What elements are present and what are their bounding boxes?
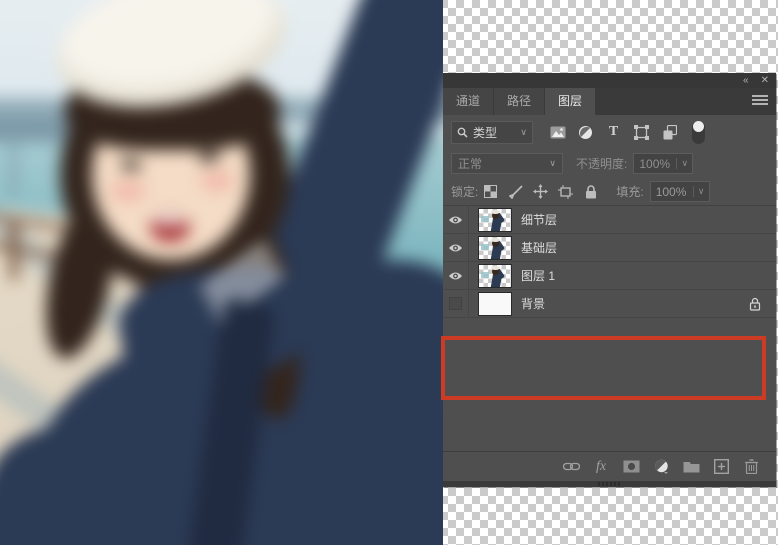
shape-layer-filter-icon[interactable] bbox=[632, 123, 651, 142]
fill-value: 100% bbox=[655, 184, 687, 199]
close-panel-icon[interactable]: ✕ bbox=[761, 75, 769, 86]
add-layer-mask-icon[interactable] bbox=[622, 458, 640, 476]
layer-filter-row: 类型 ∨ T bbox=[443, 115, 776, 149]
lock-all-padlock-icon[interactable] bbox=[582, 183, 599, 200]
smart-object-filter-icon[interactable] bbox=[660, 123, 679, 142]
tab-channels[interactable]: 通道 bbox=[443, 88, 494, 115]
layer-row-layer1[interactable]: 图层 1 bbox=[443, 262, 776, 290]
lock-artboard-icon[interactable] bbox=[557, 183, 574, 200]
blend-mode-row: 正常 ∨ 不透明度: 100% ∨ bbox=[443, 149, 776, 178]
layer-row-detail[interactable]: 细节层 bbox=[443, 206, 776, 234]
filter-toggle-icon[interactable] bbox=[692, 120, 705, 144]
lock-icons bbox=[482, 183, 599, 200]
photo-bridge-leg bbox=[10, 138, 17, 198]
search-icon bbox=[457, 127, 468, 138]
new-adjustment-layer-icon[interactable] bbox=[652, 458, 670, 476]
new-group-folder-icon[interactable] bbox=[682, 458, 700, 476]
opacity-label: 不透明度: bbox=[576, 157, 628, 171]
visibility-toggle[interactable] bbox=[443, 262, 469, 289]
filter-icons: T bbox=[548, 120, 705, 144]
layer-row-background[interactable]: 背景 bbox=[443, 290, 776, 318]
photo-girl-cheek bbox=[110, 180, 146, 202]
photo-girl-teeth bbox=[154, 214, 186, 225]
pixel-layer-filter-icon[interactable] bbox=[548, 123, 567, 142]
visibility-toggle[interactable] bbox=[443, 206, 469, 233]
layer-row-base[interactable]: 基础层 bbox=[443, 234, 776, 262]
panel-tab-strip: 通道 路径 图层 bbox=[443, 88, 776, 115]
layer-name: 背景 bbox=[521, 297, 546, 311]
document-canvas-photo[interactable] bbox=[0, 0, 443, 545]
collapse-panel-icon[interactable]: « bbox=[743, 75, 749, 86]
photo-railing-post bbox=[10, 222, 18, 280]
photo-girl-cheek bbox=[200, 170, 234, 192]
layer-thumbnail[interactable] bbox=[478, 291, 512, 316]
lock-row: 锁定: 填充: 100% ∨ bbox=[443, 178, 776, 206]
chevron-down-icon: ∨ bbox=[692, 186, 709, 197]
filter-type-label: 类型 bbox=[473, 125, 498, 140]
type-layer-filter-icon[interactable]: T bbox=[604, 123, 623, 142]
chevron-down-icon: ∨ bbox=[549, 158, 556, 168]
layer-locked-padlock-icon bbox=[749, 297, 761, 311]
layer-thumbnail[interactable] bbox=[478, 207, 512, 232]
blend-mode-select[interactable]: 正常 ∨ bbox=[451, 153, 563, 174]
layer-list: 细节层 基础层 图层 1 背景 bbox=[441, 206, 776, 451]
eye-icon bbox=[448, 215, 463, 224]
panel-menu-icon[interactable] bbox=[752, 95, 768, 107]
layer-name: 图层 1 bbox=[521, 269, 556, 283]
transparent-workspace-checkerboard: « ✕ 通道 路径 图层 类型 ∨ T 正常 ∨ 不透明度: 100% ∨ 锁定… bbox=[0, 0, 778, 545]
visibility-toggle[interactable] bbox=[443, 234, 469, 261]
visibility-toggle[interactable] bbox=[443, 290, 469, 317]
tab-layers[interactable]: 图层 bbox=[545, 88, 596, 115]
adjustment-layer-filter-icon[interactable] bbox=[576, 123, 595, 142]
layers-panel: « ✕ 通道 路径 图层 类型 ∨ T 正常 ∨ 不透明度: 100% ∨ 锁定… bbox=[441, 73, 776, 487]
tab-paths[interactable]: 路径 bbox=[494, 88, 545, 115]
fill-label: 填充: bbox=[616, 185, 644, 199]
panel-resize-strip bbox=[443, 481, 776, 487]
delete-layer-trash-icon[interactable] bbox=[742, 458, 760, 476]
layer-name: 基础层 bbox=[521, 241, 558, 255]
eye-icon bbox=[448, 271, 463, 280]
opacity-value: 100% bbox=[639, 156, 671, 171]
eye-icon bbox=[448, 243, 463, 252]
layer-name: 细节层 bbox=[521, 213, 558, 227]
red-highlight-rectangle bbox=[441, 336, 766, 400]
new-layer-icon[interactable] bbox=[712, 458, 730, 476]
layer-thumbnail[interactable] bbox=[478, 263, 512, 288]
chevron-down-icon: ∨ bbox=[676, 158, 692, 169]
filter-type-dropdown[interactable]: 类型 ∨ bbox=[451, 120, 533, 144]
lock-transparent-pixels-icon[interactable] bbox=[482, 183, 499, 200]
opacity-field[interactable]: 100% ∨ bbox=[633, 153, 694, 174]
link-layers-icon[interactable] bbox=[562, 458, 580, 476]
lock-label: 锁定: bbox=[451, 185, 479, 199]
blend-mode-value: 正常 bbox=[458, 157, 483, 171]
layer-thumbnail[interactable] bbox=[478, 235, 512, 260]
fill-field[interactable]: 100% ∨ bbox=[649, 181, 710, 202]
panel-resize-grip[interactable] bbox=[597, 482, 622, 486]
photo-art bbox=[0, 0, 443, 545]
lock-image-pixels-brush-icon[interactable] bbox=[507, 183, 524, 200]
panel-header-bar: « ✕ bbox=[443, 73, 776, 88]
layer-style-fx-icon[interactable]: fx bbox=[592, 458, 610, 476]
hidden-visibility-box bbox=[449, 297, 462, 310]
lock-position-move-icon[interactable] bbox=[532, 183, 549, 200]
panel-bottom-toolbar: fx bbox=[443, 451, 776, 481]
chevron-down-icon: ∨ bbox=[520, 126, 527, 137]
